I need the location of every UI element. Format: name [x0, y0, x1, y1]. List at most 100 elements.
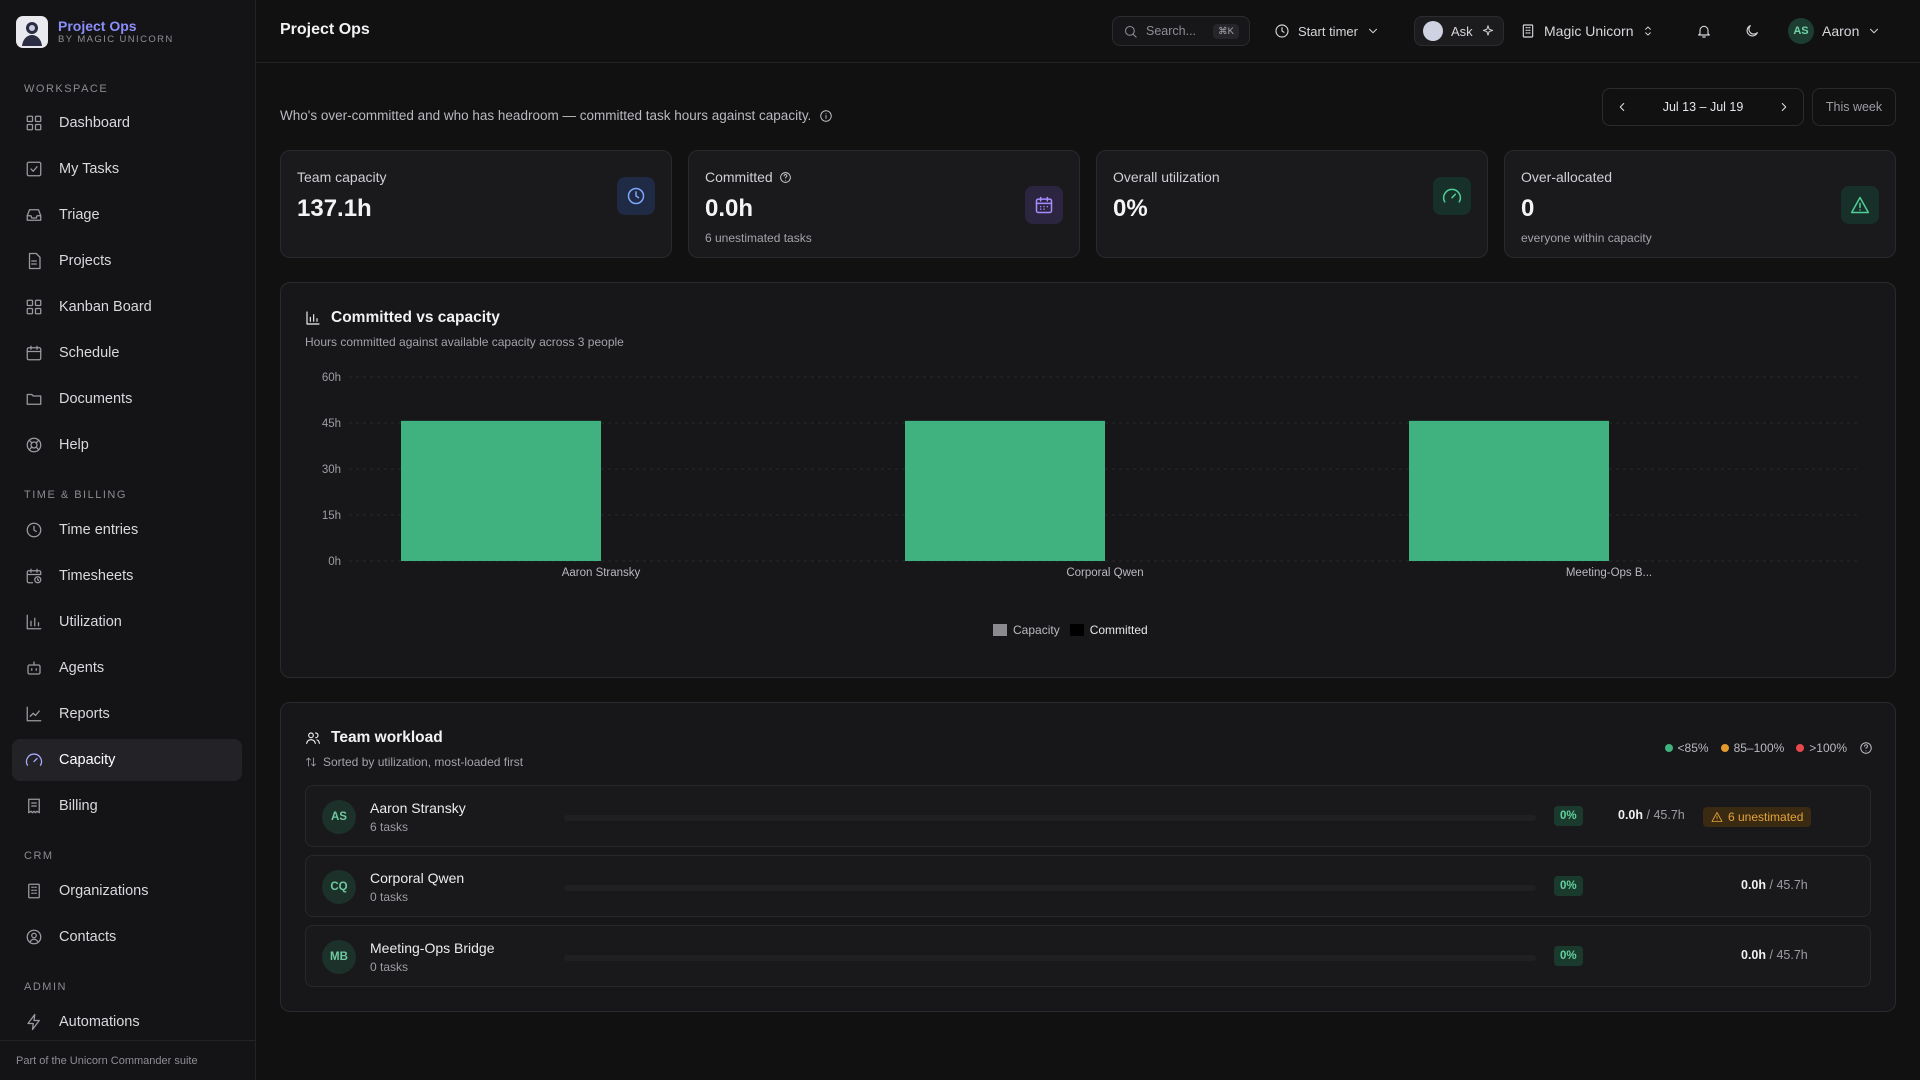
zap-icon: [25, 1013, 43, 1031]
hours-capacity: / 45.7h: [1646, 808, 1685, 822]
help-circle-icon[interactable]: [779, 171, 792, 184]
sidebar-item-label: Time entries: [59, 522, 139, 538]
workload-subtitle: Sorted by utilization, most-loaded first: [305, 755, 523, 769]
stat-label: Team capacity: [297, 169, 387, 185]
sidebar-item-triage[interactable]: Triage: [12, 194, 242, 236]
ask-label: Ask: [1451, 23, 1473, 39]
y-tick-label: 45h: [322, 418, 341, 430]
search-input[interactable]: Search... ⌘K: [1112, 16, 1250, 46]
legend-item-committed[interactable]: Committed: [1069, 623, 1148, 637]
sidebar-item-label: Reports: [59, 706, 110, 722]
warning-icon: [1841, 186, 1879, 224]
bar-chart-icon: [305, 310, 321, 326]
x-tick-label: Corporal Qwen: [1066, 567, 1143, 579]
dashboard-icon: [25, 114, 43, 132]
sidebar-item-contacts[interactable]: Contacts: [12, 916, 242, 958]
sidebar-item-reports[interactable]: Reports: [12, 693, 242, 735]
receipt-icon: [25, 797, 43, 815]
committed-vs-capacity-chart: 0h 15h 30h 45h 60h Aaron Stransky Corporal Qwe…: [322, 372, 1861, 579]
hours-summary: 0.0h / 45.7h: [1741, 948, 1808, 962]
sidebar-item-utilization[interactable]: Utilization: [12, 601, 242, 643]
sidebar-item-billing[interactable]: Billing: [12, 785, 242, 827]
sidebar-item-label: Projects: [59, 253, 112, 269]
sidebar: Project Ops BY MAGIC UNICORN WORKSPACE D…: [0, 0, 256, 1080]
stat-card-over-allocated: Over-allocated 0 everyone within capacit…: [1504, 150, 1896, 258]
sidebar-item-dashboard[interactable]: Dashboard: [12, 102, 242, 144]
sidebar-item-label: Schedule: [59, 345, 120, 361]
chevron-right-icon[interactable]: [1777, 100, 1791, 114]
sidebar-item-organizations[interactable]: Organizations: [12, 870, 242, 912]
sidebar-item-timesheets[interactable]: Timesheets: [12, 555, 242, 597]
legend-label: >100%: [1809, 741, 1847, 755]
workload-row[interactable]: CQ Corporal Qwen 0 tasks 0% 0.0h / 45.7h: [305, 855, 1871, 917]
bar-capacity: [401, 420, 601, 561]
sidebar-item-my-tasks[interactable]: My Tasks: [12, 148, 242, 190]
stat-value: 0: [1521, 195, 1535, 222]
sidebar-item-kanban-board[interactable]: Kanban Board: [12, 286, 242, 328]
nav-section-workspace: WORKSPACE: [24, 83, 109, 95]
warning-icon: [1711, 811, 1723, 823]
brand[interactable]: Project Ops BY MAGIC UNICORN: [16, 16, 174, 48]
sidebar-item-schedule[interactable]: Schedule: [12, 332, 242, 374]
sidebar-item-label: Documents: [59, 391, 133, 407]
sidebar-item-help[interactable]: Help: [12, 424, 242, 466]
date-range-label[interactable]: Jul 13 – Jul 19: [1663, 100, 1744, 114]
utilization-badge: 0%: [1554, 806, 1583, 826]
avatar: CQ: [322, 870, 356, 904]
sort-icon: [305, 756, 317, 768]
chevron-down-icon: [1366, 24, 1380, 38]
member-task-count: 0 tasks: [370, 890, 409, 904]
legend-dot: [1720, 744, 1729, 752]
bar-chart-icon: [25, 613, 43, 631]
kanban-icon: [25, 298, 43, 316]
member-name: Aaron Stransky: [370, 800, 466, 816]
chart-title-text: Committed vs capacity: [331, 309, 500, 326]
unestimated-badge[interactable]: 6 unestimated: [1703, 807, 1812, 827]
moon-icon[interactable]: [1740, 16, 1764, 46]
hours-summary: 0.0h / 45.7h: [1618, 808, 1685, 822]
start-timer-button[interactable]: Start timer: [1274, 16, 1380, 46]
workload-row[interactable]: AS Aaron Stransky 6 tasks 0% 0.0h / 45.7…: [305, 785, 1871, 847]
sidebar-item-capacity[interactable]: Capacity: [12, 739, 242, 781]
sidebar-item-label: Capacity: [59, 752, 116, 768]
stat-card-committed: Committed 0.0h 6 unestimated tasks: [688, 150, 1080, 258]
line-chart-icon: [25, 705, 43, 723]
avatar: MB: [322, 940, 356, 974]
team-workload-panel: Team workload Sorted by utilization, mos…: [280, 702, 1896, 1012]
date-range-picker: Jul 13 – Jul 19: [1602, 88, 1804, 126]
y-tick-label: 60h: [322, 372, 341, 384]
org-switcher[interactable]: Magic Unicorn: [1520, 16, 1655, 46]
info-icon[interactable]: [819, 109, 833, 123]
hours-capacity: / 45.7h: [1769, 948, 1808, 962]
sidebar-item-agents[interactable]: Agents: [12, 647, 242, 689]
sidebar-item-automations[interactable]: Automations: [12, 1001, 242, 1043]
workload-subtitle-text: Sorted by utilization, most-loaded first: [323, 755, 524, 769]
legend-label: 85–100%: [1733, 741, 1785, 755]
gauge-icon: [1433, 177, 1471, 215]
bar-capacity: [1409, 420, 1609, 561]
this-week-button[interactable]: This week: [1812, 88, 1896, 126]
calendar-clock-icon: [25, 567, 43, 585]
page-title: Project Ops: [280, 21, 370, 38]
help-circle-icon[interactable]: [1859, 741, 1873, 755]
legend-label: <85%: [1677, 741, 1709, 755]
ask-button[interactable]: Ask: [1414, 16, 1504, 46]
search-shortcut: ⌘K: [1213, 23, 1239, 39]
workload-row[interactable]: MB Meeting-Ops Bridge 0 tasks 0% 0.0h / …: [305, 925, 1871, 987]
sidebar-item-documents[interactable]: Documents: [12, 378, 242, 420]
sidebar-item-time-entries[interactable]: Time entries: [12, 509, 242, 551]
chevron-up-down-icon: [1641, 24, 1655, 38]
sidebar-item-label: Utilization: [59, 614, 122, 630]
legend-85-100: 85–100%: [1720, 741, 1785, 755]
legend-item-capacity[interactable]: Capacity: [993, 623, 1060, 637]
avatar: AS: [322, 800, 356, 834]
user-menu[interactable]: AS Aaron: [1788, 16, 1881, 46]
bell-icon[interactable]: [1692, 16, 1716, 46]
start-timer-label: Start timer: [1298, 23, 1358, 39]
y-tick-label: 15h: [322, 510, 341, 522]
chevron-left-icon[interactable]: [1615, 100, 1629, 114]
calendar-icon: [1025, 186, 1063, 224]
workload-title: Team workload: [305, 729, 443, 747]
nav-section-crm: CRM: [24, 850, 54, 862]
sidebar-item-projects[interactable]: Projects: [12, 240, 242, 282]
